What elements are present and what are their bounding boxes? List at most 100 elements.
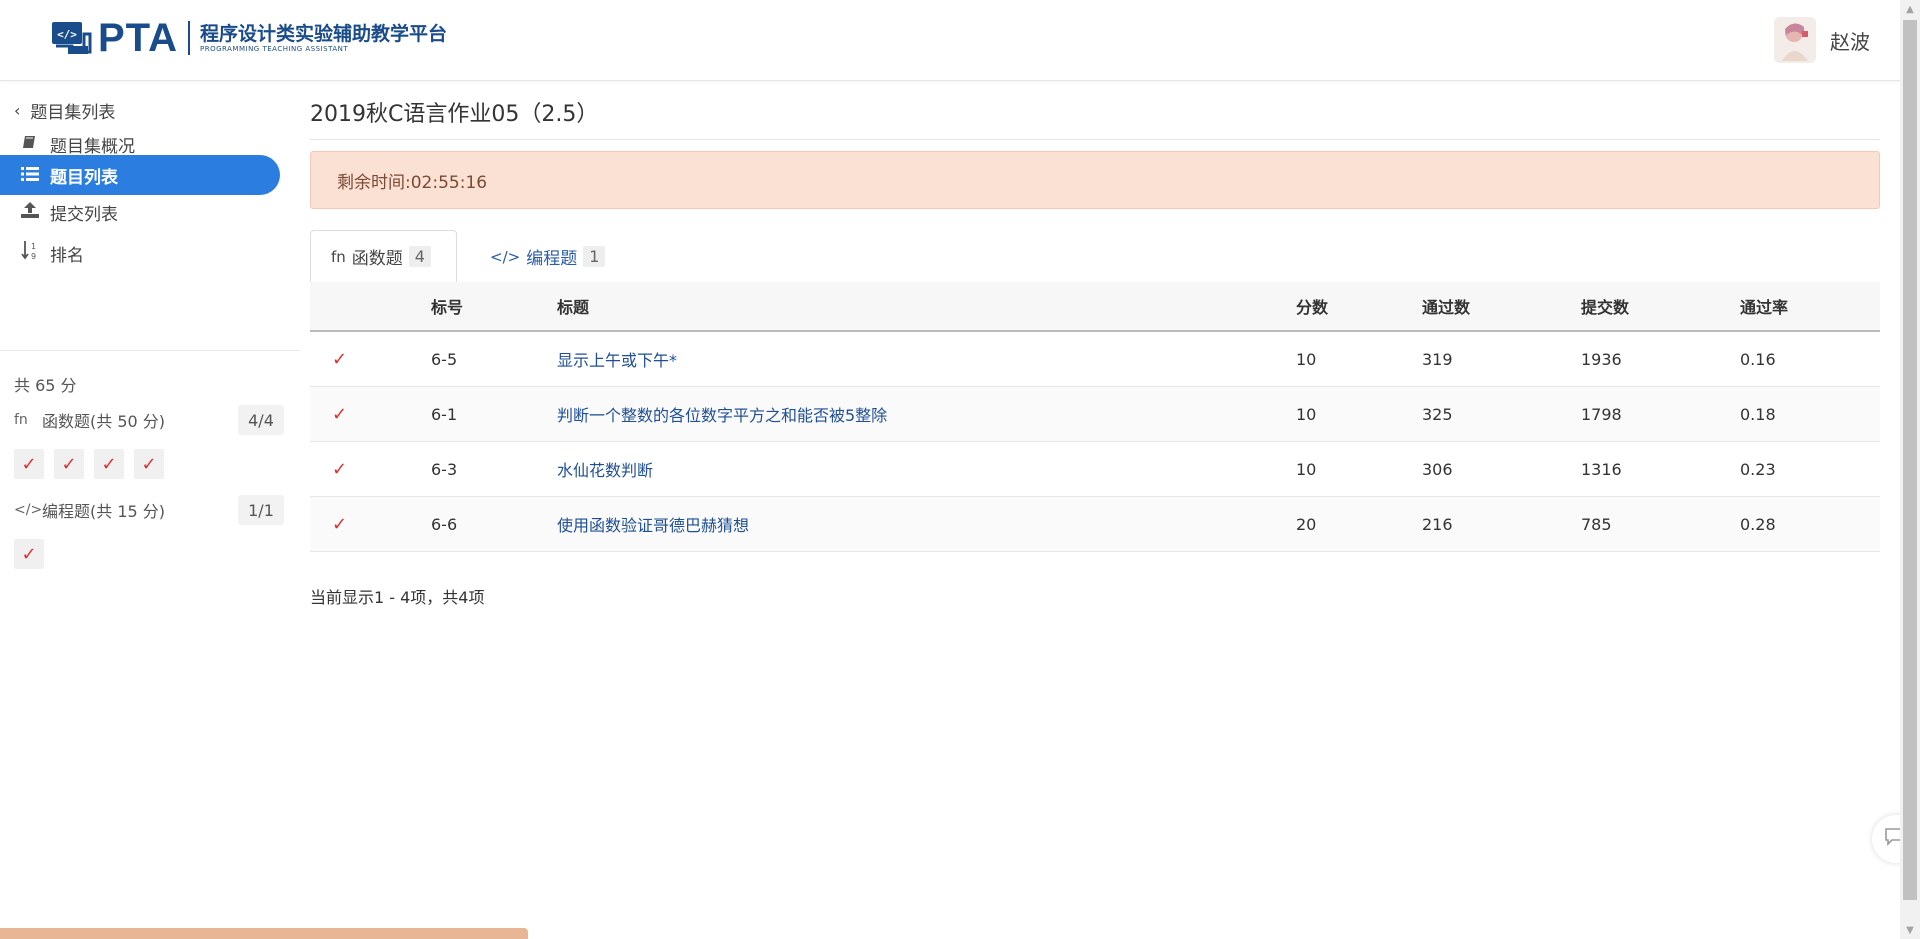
- problem-score: 10: [1296, 349, 1317, 369]
- group-label: 函数题(共 50 分): [42, 412, 166, 431]
- problem-title-link[interactable]: 使用函数验证哥德巴赫猜想: [557, 512, 749, 536]
- avatar[interactable]: [1774, 17, 1816, 63]
- sidebar-divider: [0, 350, 300, 351]
- tab-label: 函数题: [351, 249, 403, 269]
- problem-title-link[interactable]: 水仙花数判断: [557, 457, 653, 481]
- chevron-left-icon: ‹: [14, 101, 21, 120]
- sidebar-item-label: 排名: [50, 245, 84, 266]
- solved-check-icon[interactable]: ✓: [94, 449, 124, 479]
- problem-title-link[interactable]: 判断一个整数的各位数字平方之和能否被5整除: [557, 402, 887, 426]
- solved-check-icon: ✓: [332, 458, 348, 480]
- group-count-badge: 4/4: [238, 405, 284, 435]
- table-row[interactable]: ✓ 6-1 判断一个整数的各位数字平方之和能否被5整除 10 325 1798 …: [310, 387, 1880, 442]
- logo-text: PTA: [98, 16, 179, 60]
- problem-pass-rate: 0.16: [1740, 349, 1776, 369]
- problem-number: 6-1: [431, 404, 458, 424]
- group-label: 编程题(共 15 分): [42, 502, 166, 521]
- logo-subtitle-cn: 程序设计类实验辅助教学平台: [200, 22, 448, 45]
- problem-passed: 325: [1422, 404, 1453, 424]
- problem-title: 判断一个整数的各位数字平方之和能否被5整除: [557, 387, 887, 441]
- group-count-badge: 1/1: [238, 495, 284, 525]
- tab-count-badge: 4: [408, 246, 431, 267]
- problem-type-tabs: fn 函数题 4 </> 编程题 1: [310, 230, 1880, 283]
- title-divider: [310, 139, 1880, 140]
- column-header-passed: 通过数: [1422, 298, 1471, 317]
- group-programming-problems[interactable]: </> 编程题(共 15 分) 1/1: [14, 495, 284, 525]
- svg-text:9: 9: [31, 252, 36, 261]
- scrollbar-thumb[interactable]: [1903, 20, 1917, 900]
- solved-check-icon: ✓: [332, 348, 348, 370]
- sort-number-icon: 19: [20, 241, 40, 265]
- sidebar-item-submissions[interactable]: 提交列表: [0, 192, 280, 232]
- problem-passed: 306: [1422, 459, 1453, 479]
- page-scrollbar[interactable]: ▲ ▼: [1900, 0, 1920, 939]
- sidebar: ‹ 题目集列表 题目集概况 题目列表 提交列表 19 排名 共 65 分 fn …: [0, 82, 300, 939]
- column-header-score: 分数: [1296, 298, 1329, 317]
- logo-divider: [188, 21, 191, 55]
- problem-number: 6-5: [431, 349, 458, 369]
- remaining-time-alert: 剩余时间:02:55:16: [310, 151, 1880, 209]
- tab-count-badge: 1: [583, 246, 606, 267]
- column-header-number: 标号: [431, 298, 464, 317]
- solved-check-icon[interactable]: ✓: [14, 449, 44, 479]
- problem-submissions: 1936: [1581, 349, 1622, 369]
- problem-number: 6-6: [431, 514, 458, 534]
- solved-check-icon: ✓: [332, 403, 348, 425]
- page-title: 2019秋C语言作业05（2.5）: [310, 102, 599, 127]
- table-header: 标号 标题 分数 通过数 提交数 通过率: [310, 282, 1880, 332]
- list-icon: [20, 166, 40, 185]
- problem-score: 20: [1296, 514, 1317, 534]
- table-row[interactable]: ✓ 6-5 显示上午或下午* 10 319 1936 0.16: [310, 332, 1880, 387]
- tab-programming-problems[interactable]: </> 编程题 1: [470, 230, 625, 283]
- solved-check-icon[interactable]: ✓: [54, 449, 84, 479]
- sidebar-item-ranking[interactable]: 19 排名: [0, 233, 280, 273]
- column-header-pass-rate: 通过率: [1740, 298, 1789, 317]
- problem-pass-rate: 0.23: [1740, 459, 1776, 479]
- logo-subtitle: 程序设计类实验辅助教学平台 PROGRAMMING TEACHING ASSIS…: [200, 23, 447, 54]
- column-header-title: 标题: [557, 298, 590, 317]
- bottom-notification-bar[interactable]: [0, 928, 528, 939]
- group-function-problems[interactable]: fn 函数题(共 50 分) 4/4: [14, 405, 284, 435]
- pta-logo[interactable]: </> PTA 程序设计类实验辅助教学平台 PROGRAMMING TEACHI…: [50, 18, 447, 58]
- table-row[interactable]: ✓ 6-3 水仙花数判断 10 306 1316 0.23: [310, 442, 1880, 497]
- svg-text:1: 1: [31, 242, 36, 251]
- problem-passed: 216: [1422, 514, 1453, 534]
- username[interactable]: 赵波: [1830, 26, 1870, 55]
- solved-check-icon[interactable]: ✓: [14, 539, 44, 569]
- back-to-problem-sets[interactable]: ‹ 题目集列表: [14, 98, 115, 123]
- user-menu[interactable]: 赵波: [1774, 17, 1870, 63]
- sidebar-item-label: 提交列表: [50, 204, 118, 225]
- code-icon: </>: [490, 247, 521, 266]
- problem-title: 显示上午或下午*: [557, 332, 677, 386]
- programming-problem-status-list: ✓: [14, 539, 54, 569]
- logo-subtitle-en: PROGRAMMING TEACHING ASSISTANT: [200, 44, 349, 53]
- problem-title: 水仙花数判断: [557, 442, 653, 496]
- problem-title: 使用函数验证哥德巴赫猜想: [557, 497, 749, 551]
- sidebar-item-label: 题目列表: [50, 167, 118, 188]
- sidebar-item-problem-list[interactable]: 题目列表: [0, 155, 280, 195]
- function-icon: fn: [14, 412, 28, 428]
- problem-score: 10: [1296, 404, 1317, 424]
- code-icon: </>: [14, 502, 43, 518]
- pagination-info: 当前显示1 - 4项，共4项: [310, 588, 485, 607]
- book-icon: [20, 134, 40, 154]
- sidebar-item-label: 题目集概况: [50, 136, 135, 157]
- table-row[interactable]: ✓ 6-6 使用函数验证哥德巴赫猜想 20 216 785 0.28: [310, 497, 1880, 552]
- scroll-down-arrow-icon[interactable]: ▼: [1900, 921, 1920, 939]
- column-header-submissions: 提交数: [1581, 298, 1630, 317]
- problem-submissions: 785: [1581, 514, 1612, 534]
- solved-check-icon[interactable]: ✓: [134, 449, 164, 479]
- top-header: </> PTA 程序设计类实验辅助教学平台 PROGRAMMING TEACHI…: [0, 0, 1900, 81]
- upload-icon: [20, 202, 40, 222]
- scroll-up-arrow-icon[interactable]: ▲: [1900, 0, 1920, 18]
- svg-text:</>: </>: [57, 28, 77, 41]
- problem-submissions: 1316: [1581, 459, 1622, 479]
- solved-check-icon: ✓: [332, 513, 348, 535]
- problem-pass-rate: 0.18: [1740, 404, 1776, 424]
- tab-label: 编程题: [526, 249, 578, 269]
- problem-title-link[interactable]: 显示上午或下午*: [557, 347, 677, 371]
- function-problem-status-list: ✓ ✓ ✓ ✓: [14, 449, 174, 479]
- tab-function-problems[interactable]: fn 函数题 4: [310, 230, 457, 283]
- problem-passed: 319: [1422, 349, 1453, 369]
- problem-pass-rate: 0.28: [1740, 514, 1776, 534]
